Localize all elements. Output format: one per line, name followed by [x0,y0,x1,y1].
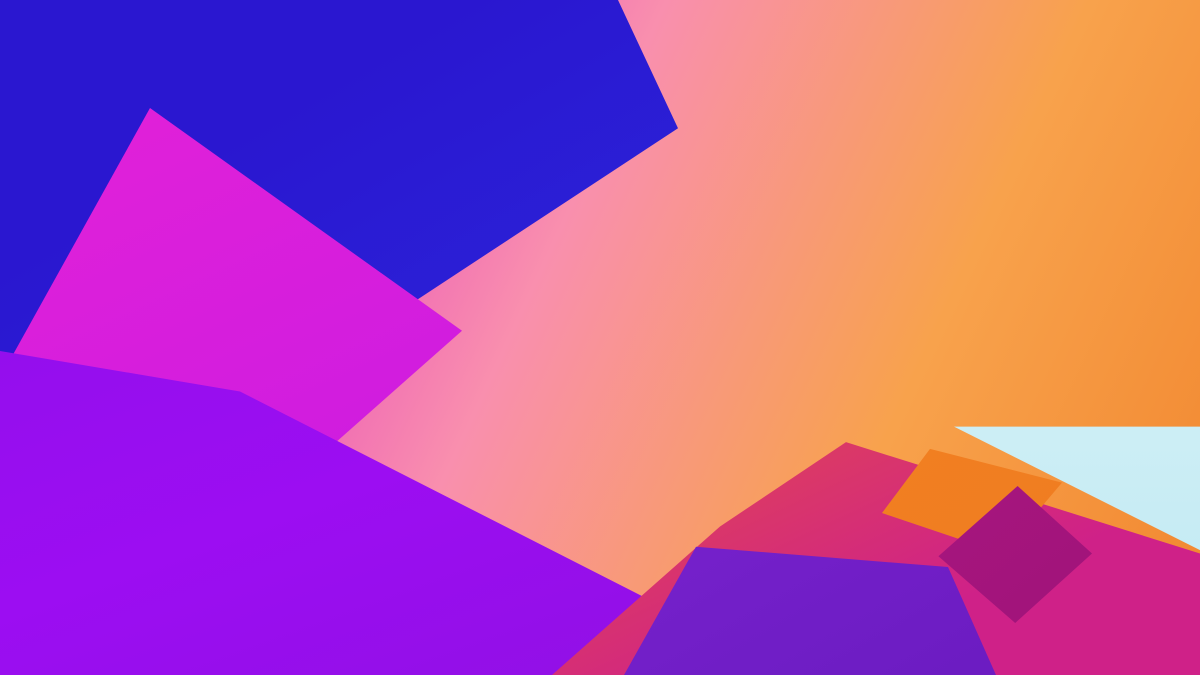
wallpaper-cube [0,0,1200,675]
desktop: ▾ /home/zorin – × FileEditViewGoHelp ‹ z… [0,0,1200,675]
